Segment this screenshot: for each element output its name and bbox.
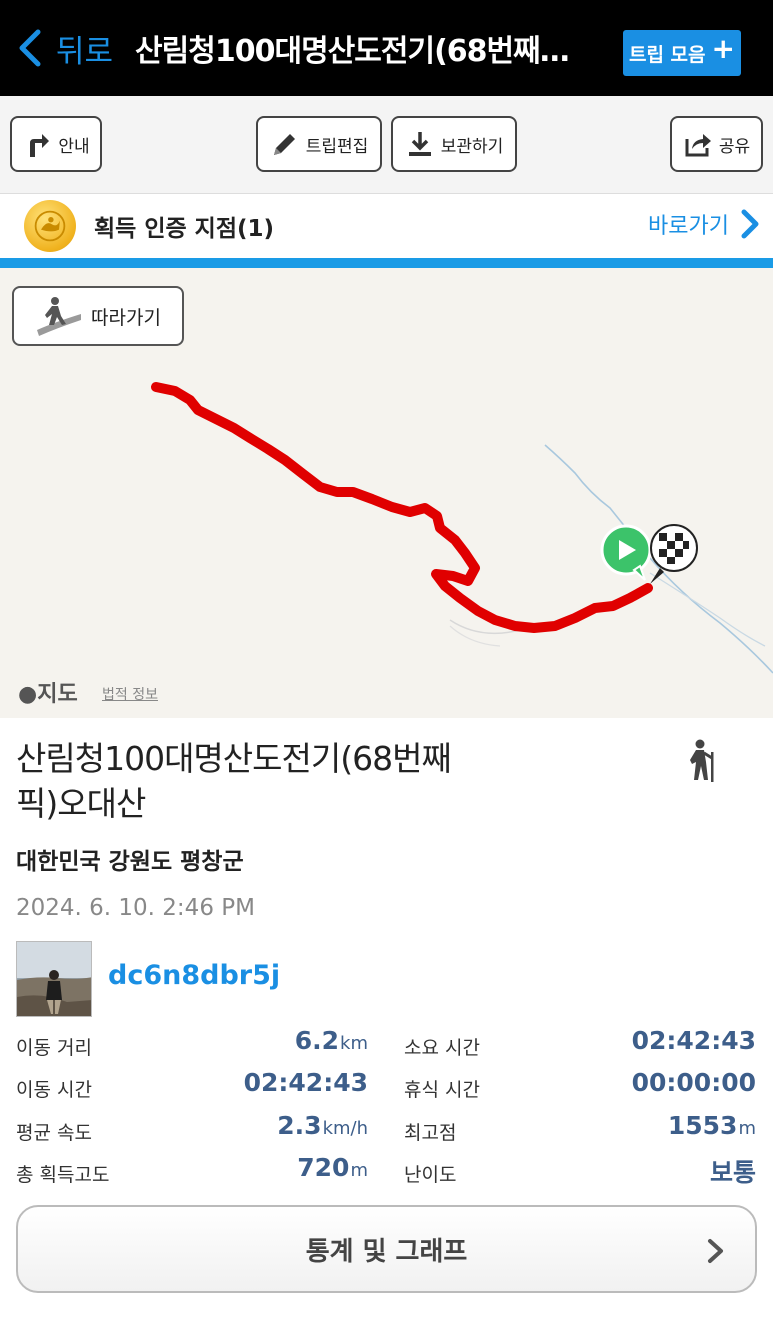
username-link[interactable]: dc6n8dbr5j [108, 960, 280, 991]
stat-value: 1553m [667, 1111, 756, 1140]
chevron-left-icon [19, 29, 41, 67]
stat-distance: 이동 거리 6.2km [16, 1024, 368, 1064]
stat-label: 소요 시간 [404, 1037, 480, 1059]
apple-icon: ● [18, 682, 38, 707]
stat-value: 720m [297, 1153, 368, 1182]
stat-label: 이동 시간 [16, 1079, 92, 1101]
stat-total-ascent: 총 획득고도 720m [16, 1151, 368, 1191]
stream-line [649, 572, 766, 647]
route-map[interactable]: 따라가기 ●지도 법적 정보 [0, 268, 773, 718]
finish-marker[interactable] [650, 524, 698, 584]
stat-value: 00:00:00 [631, 1068, 756, 1097]
trip-date: 2024. 6. 10. 2:46 PM [16, 895, 255, 921]
trip-detail-screen: 뒤로 산림청100대명산도전기(68번째… 트립 모음 + 안내 트립편집 보관… [0, 0, 773, 1325]
nav-title: 산림청100대명산도전기(68번째… [135, 34, 570, 69]
stat-label: 최고점 [404, 1122, 457, 1144]
nav-bar: 뒤로 산림청100대명산도전기(68번째… 트립 모음 + [0, 0, 773, 96]
chevron-right-icon [741, 209, 759, 239]
medal-icon [24, 200, 76, 252]
stat-value: 보통 [709, 1158, 756, 1187]
legal-link[interactable]: 법적 정보 [102, 684, 158, 704]
stats-graph-button[interactable]: 통계 및 그래프 [16, 1205, 757, 1293]
certification-label: 획득 인증 지점(1) [94, 216, 275, 242]
trip-collection-label: 트립 모음 [628, 43, 706, 66]
stat-value: 02:42:43 [631, 1026, 756, 1055]
stat-value: 6.2km [294, 1026, 368, 1055]
plus-icon: + [711, 32, 735, 65]
back-button[interactable]: 뒤로 [16, 26, 113, 71]
stat-rest-time: 휴식 시간 00:00:00 [404, 1066, 756, 1106]
stat-total-time: 소요 시간 02:42:43 [404, 1024, 756, 1064]
trip-collection-button[interactable]: 트립 모음 + [623, 30, 741, 76]
stat-avg-speed: 평균 속도 2.3km/h [16, 1109, 368, 1149]
download-icon [408, 132, 431, 156]
stat-label: 평균 속도 [16, 1122, 92, 1144]
stat-value: 02:42:43 [243, 1068, 368, 1097]
guide-label: 안내 [58, 136, 90, 157]
shortcut-label: 바로가기 [648, 214, 729, 239]
shortcut-link[interactable]: 바로가기 [648, 208, 761, 240]
stat-label: 난이도 [404, 1164, 457, 1186]
toolbar: 안내 트립편집 보관하기 공유 [0, 96, 773, 194]
follow-label: 따라가기 [91, 306, 161, 329]
follow-button[interactable]: 따라가기 [12, 286, 184, 346]
maps-label: 지도 [37, 682, 78, 707]
back-label: 뒤로 [56, 33, 114, 70]
accent-divider [0, 258, 773, 268]
guide-button[interactable]: 안내 [10, 116, 102, 172]
save-label: 보관하기 [440, 136, 504, 157]
share-button[interactable]: 공유 [670, 116, 763, 172]
follow-hiker-icon [37, 297, 82, 336]
stat-max-altitude: 최고점 1553m [404, 1109, 756, 1149]
stat-moving-time: 이동 시간 02:42:43 [16, 1066, 368, 1106]
stat-value: 2.3km/h [277, 1111, 368, 1140]
stats-graph-label: 통계 및 그래프 [305, 1236, 468, 1267]
edit-trip-label: 트립편집 [305, 136, 369, 157]
share-icon [685, 134, 711, 157]
start-marker[interactable] [600, 524, 652, 581]
route-line [151, 382, 653, 633]
trip-region: 대한민국 강원도 평창군 [16, 849, 244, 875]
turn-sign-icon [30, 134, 50, 157]
hiker-icon [690, 739, 714, 782]
stat-label: 이동 거리 [16, 1037, 92, 1059]
save-button[interactable]: 보관하기 [391, 116, 517, 172]
avatar[interactable] [16, 941, 92, 1017]
stat-difficulty: 난이도 보통 [404, 1151, 756, 1191]
edit-trip-button[interactable]: 트립편집 [256, 116, 382, 172]
stat-label: 휴식 시간 [404, 1079, 480, 1101]
share-label: 공유 [718, 136, 751, 157]
chevron-right-icon [708, 1239, 723, 1263]
trip-title: 산림청100대명산도전기(68번째픽)오대산 [16, 739, 452, 823]
stat-label: 총 획득고도 [16, 1164, 110, 1186]
path-line [449, 625, 501, 647]
pencil-icon [273, 134, 295, 155]
certification-row[interactable]: 획득 인증 지점(1) 바로가기 [0, 194, 773, 258]
maps-logo: ●지도 [18, 676, 78, 708]
